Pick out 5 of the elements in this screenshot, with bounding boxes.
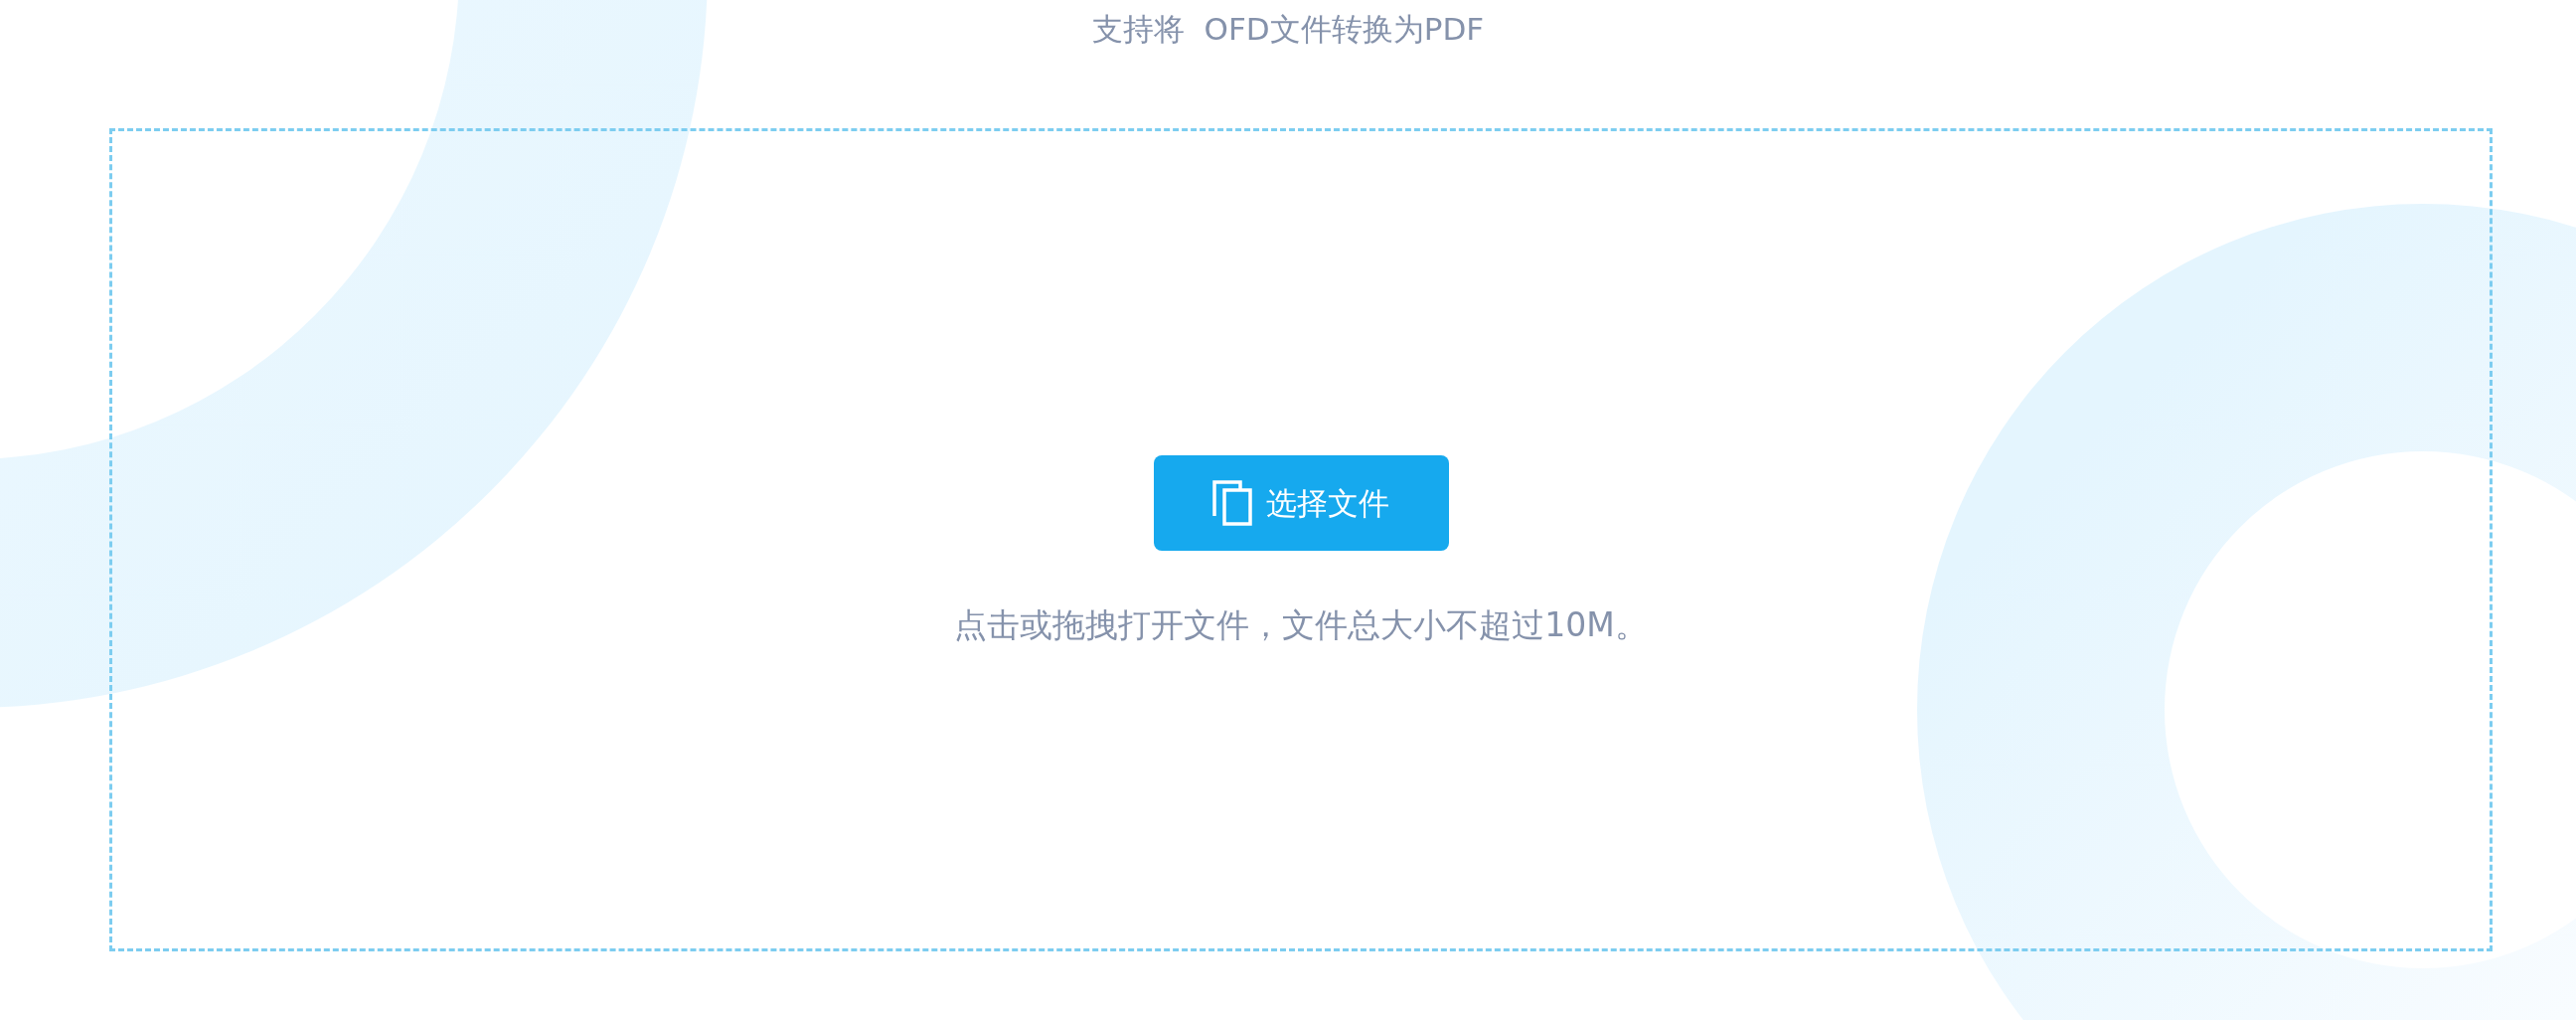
upload-dropzone[interactable]: 选择文件 点击或拖拽打开文件，文件总大小不超过10M。 [109, 128, 2493, 951]
subtitle: 支持将 OFD文件转换为PDF [1091, 10, 1485, 45]
select-file-button[interactable]: 选择文件 [1153, 455, 1449, 551]
copy-icon [1212, 480, 1252, 526]
upload-hint: 点击或拖拽打开文件，文件总大小不超过10M。 [954, 608, 1648, 641]
